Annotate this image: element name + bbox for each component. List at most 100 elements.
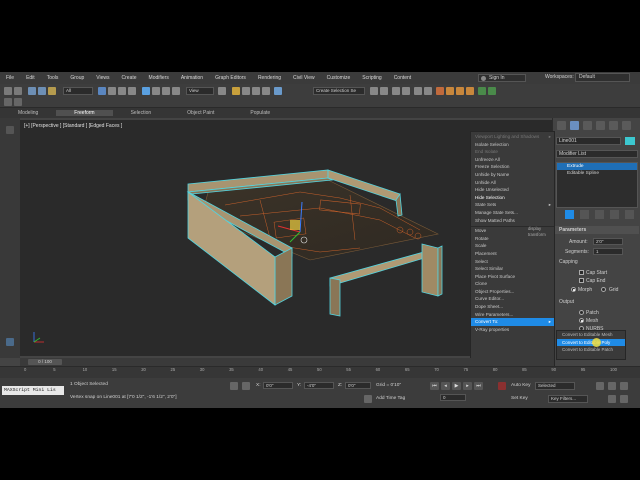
quad-menu-item[interactable]: Select Similar bbox=[471, 265, 554, 273]
cap-end-checkbox[interactable] bbox=[579, 278, 584, 283]
percent-snap-icon[interactable] bbox=[252, 87, 260, 95]
track-bar[interactable]: 0 5 10 15 20 25 30 35 40 45 50 55 60 65 70 75 80 85 90 95 10… bbox=[0, 366, 640, 378]
render-production-icon[interactable] bbox=[466, 87, 474, 95]
quad-menu-item[interactable]: Freeze Selection bbox=[471, 163, 554, 171]
quad-menu-item[interactable]: State Sets bbox=[471, 201, 554, 209]
unlink-icon[interactable] bbox=[38, 87, 46, 95]
rendered-frame-window-icon[interactable] bbox=[456, 87, 464, 95]
play-icon[interactable]: ▶ bbox=[452, 382, 461, 390]
modify-tab-icon[interactable] bbox=[570, 121, 579, 130]
time-slider[interactable]: 0 / 100 bbox=[28, 359, 62, 365]
mesh-radio[interactable] bbox=[579, 318, 584, 323]
x-coordinate-field[interactable]: 0'0" bbox=[263, 382, 293, 389]
scene-explorer-icon[interactable] bbox=[392, 87, 400, 95]
convert-submenu-item[interactable]: Convert to Editable Patch bbox=[557, 346, 625, 354]
go-to-end-icon[interactable]: ⏭ bbox=[474, 382, 483, 390]
render-setup-icon[interactable] bbox=[446, 87, 454, 95]
quad-menu-item[interactable]: Hide Unselected bbox=[471, 186, 554, 194]
undo-icon[interactable] bbox=[4, 87, 12, 95]
reset-icon[interactable] bbox=[14, 98, 22, 106]
quad-menu-item[interactable]: Show Matted Paths bbox=[471, 217, 554, 225]
material-editor-icon[interactable] bbox=[436, 87, 444, 95]
quad-menu-item[interactable]: Object Properties... bbox=[471, 288, 554, 296]
stack-item[interactable]: Editable Spline bbox=[557, 170, 637, 177]
menu-item-edit[interactable]: Edit bbox=[20, 75, 41, 81]
menu-item-content[interactable]: Content bbox=[388, 75, 418, 81]
edit-named-selection-icon[interactable] bbox=[274, 87, 282, 95]
menu-item-create[interactable]: Create bbox=[116, 75, 143, 81]
menu-item-modifiers[interactable]: Modifiers bbox=[143, 75, 175, 81]
add-time-tag-icon[interactable] bbox=[364, 395, 372, 403]
scale-icon[interactable] bbox=[162, 87, 170, 95]
named-selection-sets-dropdown[interactable]: Create Selection Se bbox=[313, 87, 365, 95]
remove-modifier-icon[interactable] bbox=[610, 210, 619, 219]
parameters-rollout-header[interactable]: Parameters bbox=[555, 226, 639, 234]
pivot-center-icon[interactable] bbox=[218, 87, 226, 95]
quad-menu-item[interactable]: End Isolate bbox=[471, 148, 554, 156]
quad-menu-item[interactable]: Curve Editor... bbox=[471, 295, 554, 303]
menu-item-file[interactable]: File bbox=[0, 75, 20, 81]
maximize-viewport-icon[interactable] bbox=[620, 395, 628, 403]
viewport-layout-icon[interactable] bbox=[6, 126, 14, 134]
rotate-icon[interactable] bbox=[152, 87, 160, 95]
quad-menu-item[interactable]: Dope Sheet... bbox=[471, 303, 554, 311]
auto-key-button[interactable]: Auto Key bbox=[511, 383, 530, 388]
align-icon[interactable] bbox=[380, 87, 388, 95]
vray-toolbar-icon[interactable] bbox=[478, 87, 486, 95]
menu-item-scripting[interactable]: Scripting bbox=[356, 75, 387, 81]
lock-selection-icon[interactable] bbox=[230, 382, 238, 390]
menu-item-tools[interactable]: Tools bbox=[41, 75, 65, 81]
redo-icon[interactable] bbox=[14, 87, 22, 95]
quad-menu-item[interactable]: Manage State Sets... bbox=[471, 209, 554, 217]
key-icon[interactable] bbox=[498, 382, 506, 390]
display-tab-icon[interactable] bbox=[609, 121, 618, 130]
object-name-field[interactable]: Line001 bbox=[556, 137, 621, 145]
hierarchy-tab-icon[interactable] bbox=[583, 121, 592, 130]
make-unique-icon[interactable] bbox=[595, 210, 604, 219]
stack-item[interactable]: Extrude bbox=[557, 163, 637, 170]
set-key-button[interactable]: Set Key bbox=[511, 396, 528, 401]
quad-menu-item[interactable]: Wire Parameters... bbox=[471, 311, 554, 319]
sign-in-button[interactable]: Sign In bbox=[478, 74, 526, 82]
zoom-viewport-icon[interactable] bbox=[608, 382, 616, 390]
quad-menu-item[interactable]: Hide Selection bbox=[471, 194, 554, 202]
ribbon-tab-freeform[interactable]: Freeform bbox=[56, 110, 113, 116]
quad-menu-item[interactable]: Clone bbox=[471, 280, 554, 288]
curve-editor-icon[interactable] bbox=[414, 87, 422, 95]
add-time-tag[interactable]: Add Time Tag bbox=[376, 396, 405, 401]
menu-item-views[interactable]: Views bbox=[90, 75, 115, 81]
rectangular-selection-icon[interactable] bbox=[118, 87, 126, 95]
ribbon-tab-populate[interactable]: Populate bbox=[232, 110, 288, 116]
snaps-toggle-icon[interactable] bbox=[232, 87, 240, 95]
window-crossing-icon[interactable] bbox=[128, 87, 136, 95]
quad-menu-item[interactable]: Convert To: bbox=[471, 318, 554, 326]
menu-item-customize[interactable]: Customize bbox=[321, 75, 357, 81]
go-to-start-icon[interactable]: ⏮ bbox=[430, 382, 439, 390]
current-frame-field[interactable]: 0 bbox=[440, 394, 466, 401]
key-mode-dropdown[interactable]: Selected bbox=[535, 382, 575, 390]
mirror-icon[interactable] bbox=[370, 87, 378, 95]
workspace-dropdown[interactable]: Default bbox=[575, 73, 630, 82]
reference-coordinate-dropdown[interactable]: View bbox=[186, 87, 214, 95]
grid-radio[interactable] bbox=[601, 287, 606, 292]
z-coordinate-field[interactable]: 0'0" bbox=[345, 382, 371, 389]
quad-menu-item[interactable]: V-Ray properties bbox=[471, 326, 554, 334]
show-end-result-icon[interactable] bbox=[580, 210, 589, 219]
quad-menu-item[interactable]: Select bbox=[471, 258, 554, 266]
motion-tab-icon[interactable] bbox=[596, 121, 605, 130]
next-frame-icon[interactable]: ▸ bbox=[463, 382, 472, 390]
select-object-icon[interactable] bbox=[98, 87, 106, 95]
viewport-layout-tab-icon[interactable] bbox=[6, 338, 14, 346]
select-by-name-icon[interactable] bbox=[108, 87, 116, 95]
selection-filter-dropdown[interactable]: All bbox=[63, 87, 93, 95]
link-icon[interactable] bbox=[28, 87, 36, 95]
pan-view-icon[interactable] bbox=[608, 395, 616, 403]
patch-radio[interactable] bbox=[579, 310, 584, 315]
object-color-swatch[interactable] bbox=[625, 137, 635, 145]
create-panel-row-icon[interactable] bbox=[4, 98, 12, 106]
ribbon-tab-selection[interactable]: Selection bbox=[113, 110, 170, 116]
layer-explorer-icon[interactable] bbox=[402, 87, 410, 95]
quad-menu-item[interactable]: Unhide by Name bbox=[471, 171, 554, 179]
quad-menu-item[interactable]: Place Pivot Surface bbox=[471, 273, 554, 281]
quad-menu-item[interactable]: Viewport Lighting and Shadows bbox=[471, 133, 554, 141]
